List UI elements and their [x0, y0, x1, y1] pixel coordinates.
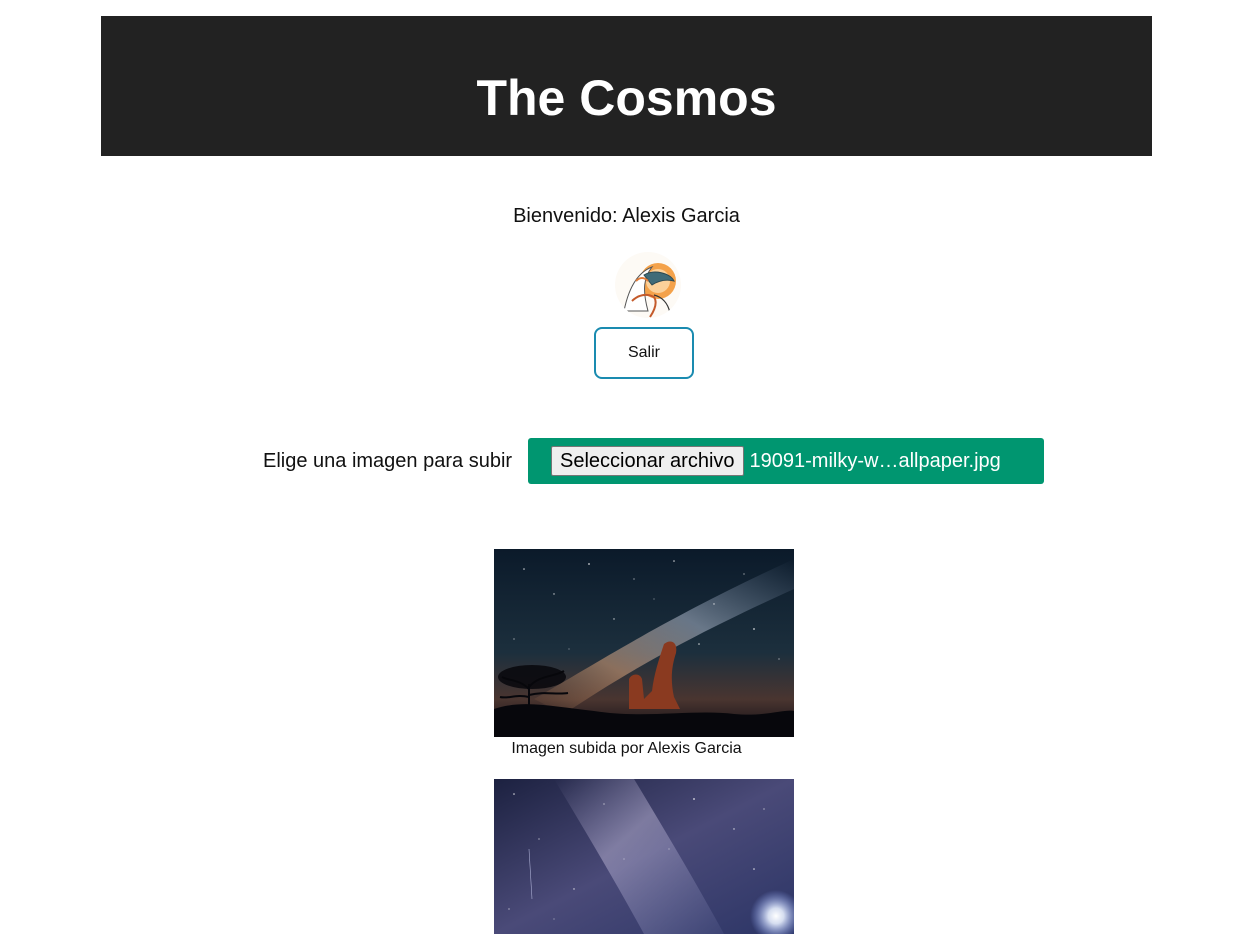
upload-label: Elige una imagen para subir: [263, 450, 513, 472]
image-caption: Imagen subida por Alexis Garcia: [511, 740, 742, 757]
site-title: The Cosmos: [476, 70, 777, 126]
logout-button[interactable]: Salir: [594, 327, 694, 379]
site-header: The Cosmos: [101, 16, 1152, 156]
user-avatar: [615, 252, 681, 318]
file-upload-field[interactable]: Seleccionar archivo 19091-milky-w…allpap…: [528, 438, 1044, 484]
selected-file-name: 19091-milky-w…allpaper.jpg: [749, 449, 1001, 472]
gallery-image-milky-way-purple: [494, 779, 794, 934]
welcome-text: Bienvenido: Alexis Garcia: [513, 205, 740, 227]
gallery-image-milky-way-rocks: [494, 549, 794, 737]
choose-file-button[interactable]: Seleccionar archivo: [551, 446, 744, 476]
